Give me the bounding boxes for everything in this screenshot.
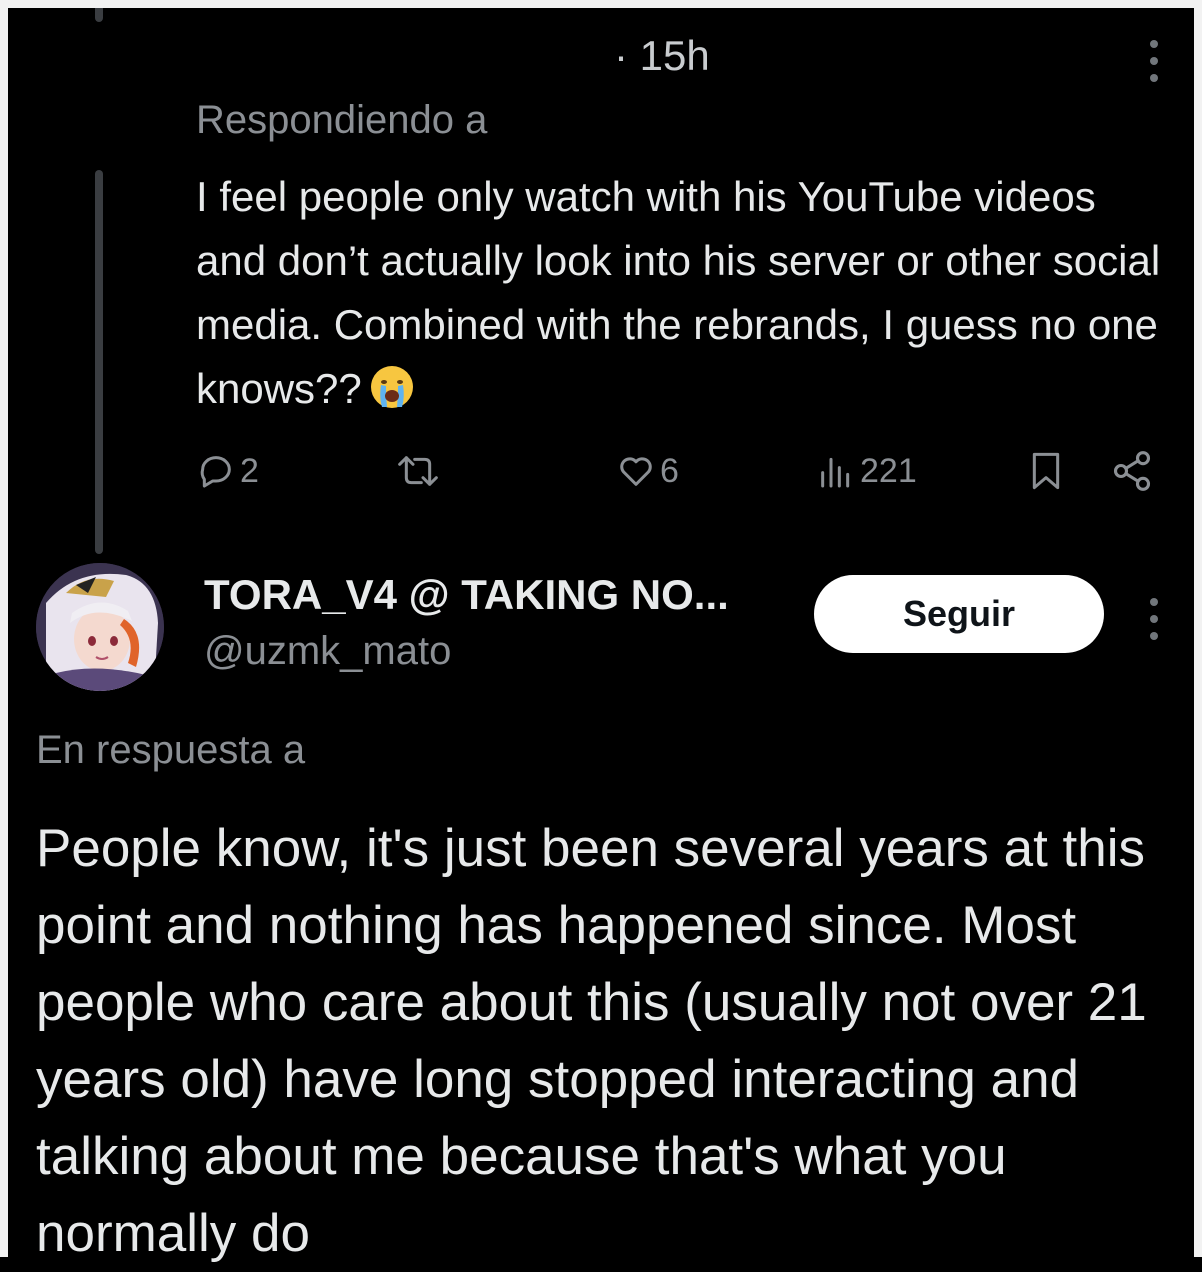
tweet-timestamp[interactable]: · 15h [614, 32, 710, 80]
bookmark-action[interactable] [1026, 445, 1066, 497]
thread-line-top [95, 0, 103, 22]
follow-button[interactable]: Seguir [814, 575, 1104, 653]
views-icon [821, 457, 850, 488]
user-handle[interactable]: @uzmk_mato [204, 629, 451, 674]
bookmark-icon [1032, 452, 1060, 490]
tweet-actions-bar: 2 6 221 [196, 445, 1166, 497]
share-action[interactable] [1110, 445, 1154, 497]
like-count: 6 [660, 451, 679, 490]
replying-to-label: Respondiendo a [196, 98, 488, 142]
retweet-action[interactable] [396, 445, 444, 497]
reply-icon [200, 456, 231, 488]
post-more-options-icon[interactable] [1145, 598, 1163, 640]
retweet-icon [398, 456, 438, 486]
more-options-icon[interactable] [1145, 40, 1163, 82]
crying-face-emoji-icon [368, 363, 416, 411]
post-author-row: TORA_V4 @ TAKING NO... @uzmk_mato Seguir [36, 563, 1176, 693]
reply-action[interactable]: 2 [196, 445, 259, 497]
share-icon [1113, 451, 1151, 491]
views-count: 221 [860, 451, 917, 490]
thread-line [95, 170, 103, 554]
tweet-text: I feel people only watch with his YouTub… [196, 165, 1176, 421]
in-reply-to-label: En respuesta a [36, 728, 306, 772]
heart-icon [620, 457, 652, 486]
display-name[interactable]: TORA_V4 @ TAKING NO... [204, 571, 729, 619]
reply-count: 2 [240, 451, 259, 490]
like-action[interactable]: 6 [616, 445, 679, 497]
tweet-text-body: I feel people only watch with his YouTub… [196, 173, 1161, 412]
avatar[interactable] [36, 563, 164, 691]
post-text: People know, it's just been several year… [36, 819, 1147, 1263]
views-action[interactable]: 221 [816, 445, 917, 497]
